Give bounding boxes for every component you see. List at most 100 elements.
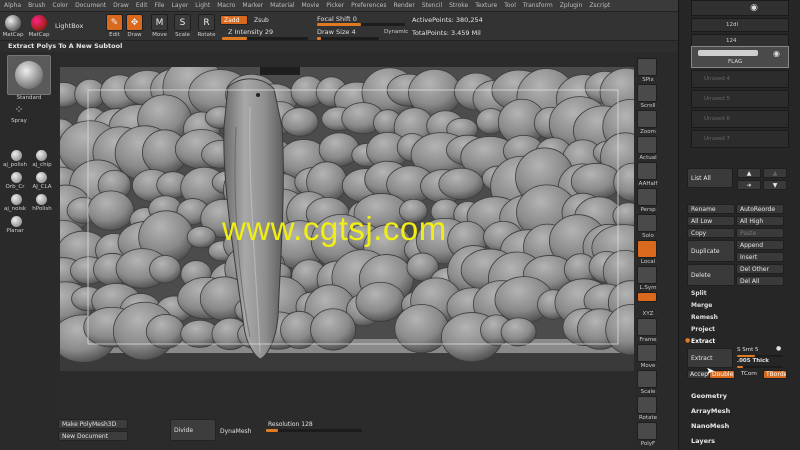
copy-button[interactable]: Copy <box>687 228 735 238</box>
thick-slider-track[interactable] <box>737 366 783 368</box>
zadd-button[interactable]: Zadd <box>220 15 248 25</box>
divide-button[interactable]: Divide <box>170 419 216 441</box>
menu-item[interactable]: Render <box>393 2 414 9</box>
scroll-icon[interactable] <box>637 84 657 102</box>
menu-item[interactable]: Brush <box>28 2 45 9</box>
subtool-slot-top[interactable]: ◉ <box>691 0 789 16</box>
subtool-slot-unused[interactable]: Unused 5 <box>691 90 789 108</box>
brush-orb-cr-icon[interactable] <box>11 172 22 183</box>
brush-aj-noisk-icon[interactable] <box>11 194 22 205</box>
zoom-icon[interactable] <box>637 110 657 128</box>
settings-dot-icon[interactable]: ● <box>776 345 781 352</box>
arrow-down-icon[interactable]: ▼ <box>763 180 787 190</box>
arrow-right-icon[interactable]: ➜ <box>737 180 761 190</box>
brush-planar-icon[interactable] <box>11 216 22 227</box>
menu-item[interactable]: Document <box>75 2 106 9</box>
layers-header[interactable]: Layers <box>691 437 715 445</box>
eye-icon[interactable]: ◉ <box>773 49 780 58</box>
subtool-slot-1[interactable]: 12dl <box>691 18 789 32</box>
subtool-slot-unused[interactable]: Unused 7 <box>691 130 789 148</box>
menu-item[interactable]: Stroke <box>449 2 468 9</box>
resolution-slider[interactable] <box>266 429 362 432</box>
menu-item[interactable]: Transform <box>523 2 553 9</box>
matcap-gray-icon[interactable] <box>5 15 21 31</box>
rotate-icon[interactable]: R <box>198 14 215 31</box>
xyz-icon[interactable] <box>637 292 657 302</box>
aahalf-icon[interactable] <box>637 162 657 180</box>
menu-item[interactable]: Stencil <box>422 2 442 9</box>
standard-brush-icon[interactable] <box>7 55 51 95</box>
move-icon[interactable]: M <box>151 14 168 31</box>
matcap-red-icon[interactable] <box>31 15 47 31</box>
scale-icon[interactable] <box>637 370 657 388</box>
duplicate-button[interactable]: Duplicate <box>687 240 735 262</box>
menu-item[interactable]: Texture <box>475 2 497 9</box>
tcorn-toggle[interactable]: TCorn <box>741 371 757 377</box>
brush-hpolish-icon[interactable] <box>36 194 47 205</box>
s-smt-slider[interactable]: S Smt 5 <box>737 347 759 353</box>
menu-item[interactable]: Draw <box>113 2 129 9</box>
menu-item[interactable]: Edit <box>136 2 148 9</box>
draw-icon[interactable]: ✥ <box>126 14 143 31</box>
menu-item[interactable]: Material <box>270 2 294 9</box>
nanomesh-header[interactable]: NanoMesh <box>691 422 729 430</box>
remesh-header[interactable]: Remesh <box>691 314 718 321</box>
zsub-button[interactable]: Zsub <box>250 15 278 25</box>
split-header[interactable]: Split <box>691 290 707 297</box>
arrow-up-disabled-icon[interactable]: ▲ <box>763 168 787 178</box>
tborder-toggle[interactable]: TBorder <box>763 370 787 379</box>
spix-icon[interactable] <box>637 58 657 76</box>
edit-icon[interactable]: ✎ <box>106 14 123 31</box>
spray-stroke-icon[interactable]: ⁘ <box>12 103 26 117</box>
eye-icon[interactable]: ◉ <box>750 3 758 13</box>
brush-aj-chip-icon[interactable] <box>36 150 47 161</box>
polyf-icon[interactable] <box>637 422 657 440</box>
del-other-button[interactable]: Del Other <box>736 264 784 274</box>
scale-icon[interactable]: S <box>174 14 191 31</box>
make-polymesh-button[interactable]: Make PolyMesh3D <box>58 419 128 429</box>
actual-icon[interactable] <box>637 136 657 154</box>
auto-reorder-button[interactable]: AutoReorde <box>736 204 784 214</box>
menu-item[interactable]: Color <box>52 2 68 9</box>
subtool-slot-unused[interactable]: Unused 4 <box>691 70 789 88</box>
s-smt-slider-track[interactable] <box>737 355 783 357</box>
menu-item[interactable]: File <box>154 2 164 9</box>
menu-item[interactable]: Tool <box>504 2 516 9</box>
merge-header[interactable]: Merge <box>691 302 712 309</box>
brush-aj-polish-icon[interactable] <box>11 150 22 161</box>
draw-size-slider[interactable] <box>317 37 379 40</box>
extract-button[interactable]: Extract <box>687 348 733 368</box>
new-document-button[interactable]: New Document <box>58 431 128 441</box>
l-sym-icon[interactable] <box>637 266 657 284</box>
menu-item[interactable]: Zplugin <box>560 2 583 9</box>
arrow-up-icon[interactable]: ▲ <box>737 168 761 178</box>
delete-button[interactable]: Delete <box>687 264 735 286</box>
menu-item[interactable]: Layer <box>172 2 189 9</box>
del-all-button[interactable]: Del All <box>736 276 784 286</box>
rotate-icon[interactable] <box>637 396 657 414</box>
insert-button[interactable]: Insert <box>736 252 784 262</box>
local-icon[interactable] <box>637 240 657 258</box>
append-button[interactable]: Append <box>736 240 784 250</box>
z-intensity-slider[interactable] <box>222 37 308 40</box>
list-all-button[interactable]: List All <box>687 168 733 188</box>
brush-aj-cla-icon[interactable] <box>36 172 47 183</box>
rename-button[interactable]: Rename <box>687 204 735 214</box>
menu-item[interactable]: Picker <box>326 2 344 9</box>
subtool-slot-unused[interactable]: Unused 6 <box>691 110 789 128</box>
focal-shift-slider[interactable] <box>317 23 405 26</box>
all-low-button[interactable]: All Low <box>687 216 735 226</box>
dynamesh-button[interactable]: DynaMesh <box>220 428 251 435</box>
menu-item[interactable]: Macro <box>217 2 235 9</box>
lightbox-button[interactable]: LightBox <box>55 22 83 30</box>
project-header[interactable]: Project <box>691 326 715 333</box>
paste-button[interactable]: Paste <box>736 228 784 238</box>
geometry-header[interactable]: Geometry <box>691 392 727 400</box>
menu-item[interactable]: Preferences <box>351 2 386 9</box>
arraymesh-header[interactable]: ArrayMesh <box>691 407 730 415</box>
menu-item[interactable]: Zscript <box>589 2 610 9</box>
all-high-button[interactable]: All High <box>736 216 784 226</box>
dynamic-toggle[interactable]: Dynamic <box>384 29 408 35</box>
menu-item[interactable]: Marker <box>242 2 263 9</box>
menu-item[interactable]: Light <box>195 2 210 9</box>
